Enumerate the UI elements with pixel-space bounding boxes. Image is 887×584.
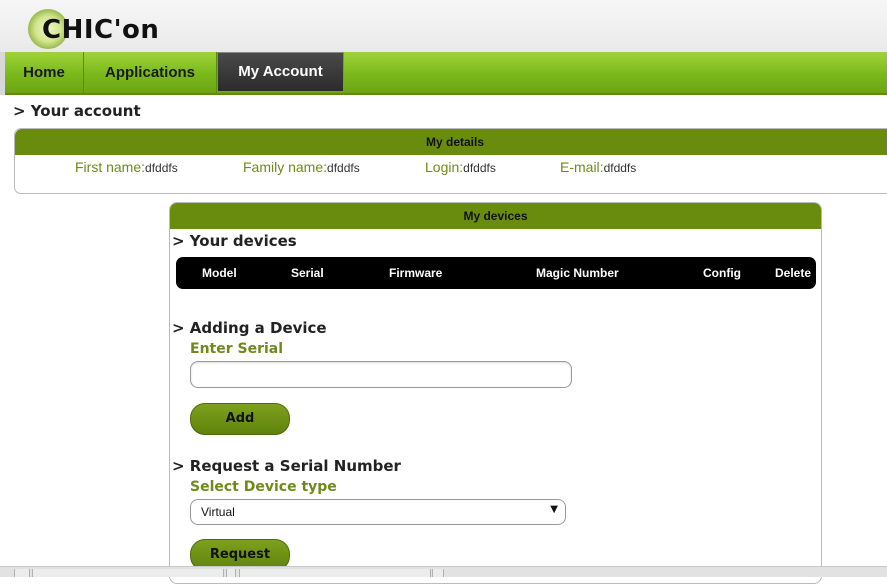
- header: CHIC'on: [0, 0, 887, 52]
- login-label: Login:: [425, 159, 464, 175]
- first-name-label: First name:: [75, 159, 146, 175]
- main-nav: Home Applications My Account: [5, 52, 887, 95]
- select-device-type-label: Select Device type: [190, 479, 337, 495]
- column-model: Model: [202, 266, 237, 280]
- first-name-value: dfddfs: [145, 161, 178, 175]
- nav-item-applications[interactable]: Applications: [84, 52, 217, 93]
- nav-item-home[interactable]: Home: [5, 52, 84, 93]
- devices-table-header: Model Serial Firmware Magic Number Confi…: [176, 257, 816, 289]
- column-config: Config: [703, 266, 741, 280]
- column-delete: Delete: [775, 266, 812, 280]
- login-field: Login:dfddfs: [425, 159, 496, 177]
- request-serial-heading: > Request a Serial Number: [172, 457, 401, 475]
- family-name-value: dfddfs: [327, 161, 360, 175]
- column-firmware: Firmware: [389, 266, 443, 280]
- enter-serial-label: Enter Serial: [190, 341, 284, 357]
- nav-item-my-account[interactable]: My Account: [217, 52, 344, 92]
- serial-input[interactable]: [190, 361, 572, 388]
- your-devices-heading: > Your devices: [172, 232, 297, 250]
- email-field: E-mail:dfddfs: [560, 159, 636, 177]
- device-type-select[interactable]: Virtual ▼: [190, 499, 566, 525]
- logo[interactable]: CHIC'on: [28, 9, 168, 49]
- login-value: dfddfs: [463, 161, 496, 175]
- your-account-heading: > Your account: [13, 102, 141, 120]
- email-label: E-mail:: [560, 159, 604, 175]
- family-name-field: Family name:dfddfs: [243, 159, 360, 177]
- logo-text: CHIC'on: [42, 15, 160, 45]
- my-details-panel: My details First name:dfddfs Family name…: [14, 128, 887, 194]
- adding-device-heading: > Adding a Device: [172, 319, 327, 337]
- family-name-label: Family name:: [243, 159, 328, 175]
- email-value: dfddfs: [603, 161, 637, 175]
- my-devices-title: My devices: [170, 203, 821, 229]
- bottom-status-bar: [0, 566, 887, 577]
- dropdown-arrow-icon: ▼: [550, 504, 558, 515]
- column-magic-number: Magic Number: [536, 266, 619, 280]
- my-details-title: My details: [15, 129, 887, 155]
- column-serial: Serial: [291, 266, 324, 280]
- first-name-field: First name:dfddfs: [75, 159, 178, 177]
- add-button[interactable]: Add: [190, 403, 290, 435]
- device-type-selected: Virtual: [201, 505, 235, 519]
